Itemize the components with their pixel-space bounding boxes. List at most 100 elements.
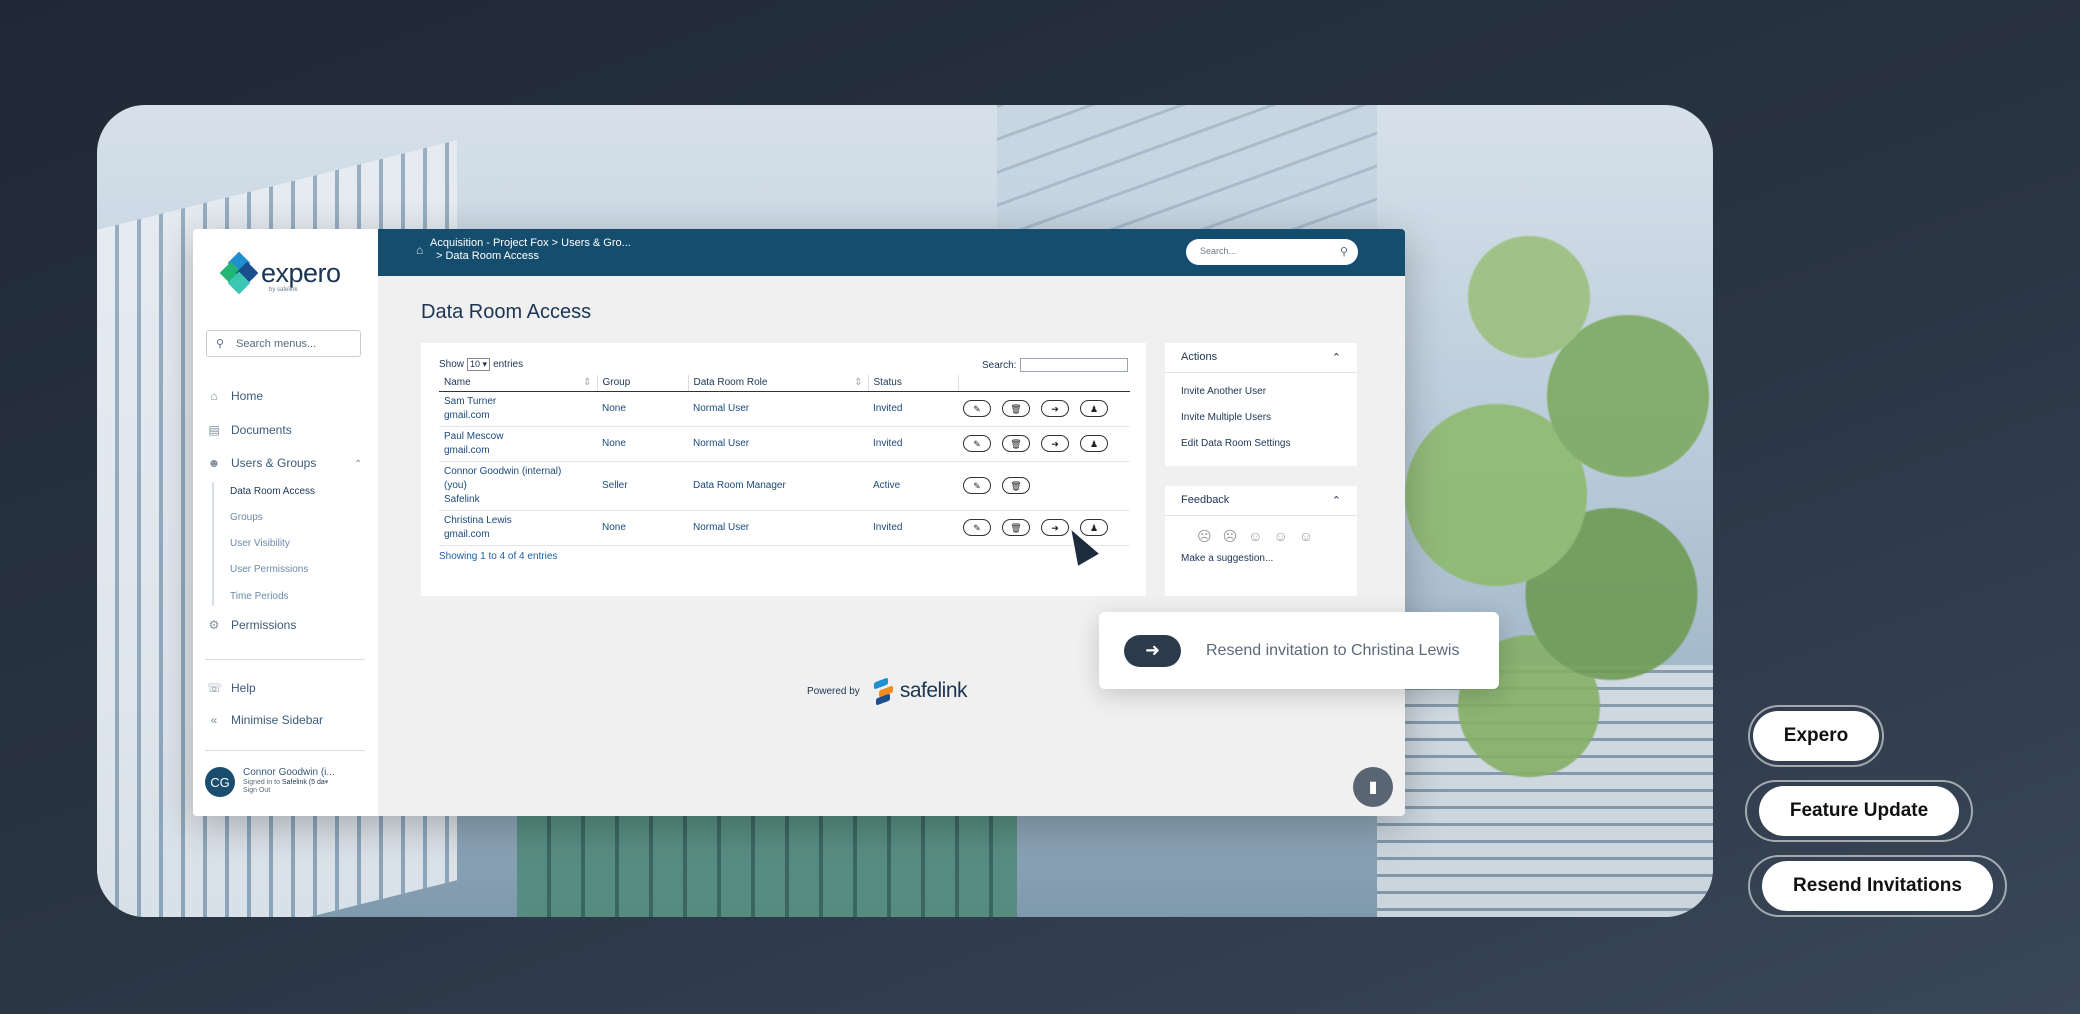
home-icon[interactable]: ⌂: [416, 243, 423, 257]
sidebar-item-home[interactable]: ⌂ Home: [207, 389, 263, 403]
invite-another-user-link[interactable]: Invite Another User: [1165, 373, 1357, 404]
top-bar: ⌂ Acquisition - Project Fox > Users & Gr…: [378, 229, 1405, 276]
safelink-logo-icon: [873, 677, 896, 706]
impersonate-user-icon[interactable]: ♟: [1080, 435, 1108, 452]
status-cell: Invited: [868, 426, 958, 462]
sidebar-subitem-data-room-access[interactable]: Data Room Access: [230, 486, 315, 497]
user-email-cell: gmail.com: [444, 528, 490, 540]
resend-arrow-icon[interactable]: ➜: [1041, 435, 1069, 452]
edit-icon[interactable]: ✎: [963, 435, 991, 452]
tooltip-text: Resend invitation to Christina Lewis: [1206, 641, 1460, 659]
sidebar-subitem-time-periods[interactable]: Time Periods: [230, 591, 289, 602]
user-profile[interactable]: CG Connor Goodwin (i... Signed in to Saf…: [205, 767, 335, 797]
breadcrumb-line-2[interactable]: > Data Room Access: [430, 250, 631, 263]
entries-select[interactable]: 10 ▾: [467, 358, 491, 371]
very-happy-face-icon[interactable]: ☺: [1299, 528, 1313, 545]
help-icon: ☏: [207, 681, 223, 695]
chevron-down-icon[interactable]: ▾: [325, 779, 329, 786]
column-header-role[interactable]: Data Room Role ⇕: [687, 375, 868, 392]
sidebar-subitem-user-permissions[interactable]: User Permissions: [230, 564, 308, 575]
sidebar-subitem-user-visibility[interactable]: User Visibility: [230, 538, 290, 549]
role-cell: Normal User: [688, 510, 868, 546]
sidebar-item-label: Users & Groups: [231, 456, 317, 470]
table-row: Connor Goodwin (internal) (you) Safelink …: [439, 461, 1130, 511]
users-icon: ☻: [207, 456, 221, 470]
delete-icon[interactable]: 🗑: [1002, 400, 1030, 417]
safelink-logo[interactable]: safelink: [873, 677, 968, 706]
sidebar-item-permissions[interactable]: ⚙ Permissions: [207, 618, 297, 632]
column-header-status[interactable]: Status: [867, 375, 958, 392]
user-name-cell: Connor Goodwin (internal) (you): [444, 465, 562, 491]
tag-feature-update: Feature Update: [1745, 780, 1973, 842]
user-email-cell: Safelink: [444, 493, 480, 505]
tag-label: Feature Update: [1758, 786, 1960, 836]
group-cell: None: [597, 510, 688, 546]
org-select[interactable]: Safelink (5 da: [282, 779, 325, 786]
sub-nav-line: [212, 482, 214, 606]
home-icon: ⌂: [210, 389, 218, 403]
sort-icon: ⇕: [583, 377, 592, 389]
sidebar-item-documents[interactable]: ▤ Documents: [207, 423, 291, 437]
documents-icon: ▤: [208, 423, 220, 437]
happy-face-icon[interactable]: ☺: [1274, 528, 1288, 545]
delete-icon[interactable]: 🗑: [1002, 477, 1030, 494]
table-info: Showing 1 to 4 of 4 entries: [439, 551, 558, 562]
feedback-title: Feedback: [1181, 494, 1230, 506]
sidebar-item-users-groups[interactable]: ☻ Users & Groups: [207, 456, 317, 470]
edit-icon[interactable]: ✎: [963, 400, 991, 417]
sidebar-item-minimise[interactable]: « Minimise Sidebar: [207, 713, 323, 727]
permissions-icon: ⚙: [208, 618, 220, 632]
resend-arrow-icon[interactable]: ➜: [1041, 400, 1069, 417]
column-header-actions: [957, 375, 1130, 392]
delete-icon[interactable]: 🗑: [1002, 519, 1030, 536]
group-cell: None: [597, 391, 688, 427]
unhappy-face-icon[interactable]: ☹: [1223, 528, 1238, 545]
sidebar-item-help[interactable]: ☏ Help: [207, 681, 256, 695]
powered-by: Powered by safelink: [807, 677, 968, 706]
status-cell: Invited: [868, 391, 958, 427]
sidebar-subitem-groups[interactable]: Groups: [230, 512, 263, 523]
edit-icon[interactable]: ✎: [963, 477, 991, 494]
resend-arrow-icon: ➜: [1124, 634, 1181, 667]
tag-label: Expero: [1752, 711, 1880, 761]
actions-panel: Actions ⌃ Invite Another User Invite Mul…: [1165, 343, 1357, 466]
edit-data-room-settings-link[interactable]: Edit Data Room Settings: [1165, 430, 1357, 456]
search-icon[interactable]: ⚲: [1340, 245, 1348, 258]
actions-panel-header[interactable]: Actions ⌃: [1165, 343, 1357, 373]
sidebar-item-label: Home: [231, 389, 264, 403]
edit-icon[interactable]: ✎: [963, 519, 991, 536]
breadcrumb-line-1[interactable]: Acquisition - Project Fox > Users & Gro.…: [430, 237, 631, 250]
column-header-name[interactable]: Name ⇕: [439, 375, 597, 392]
tag-resend-invitations: Resend Invitations: [1748, 855, 2007, 917]
actions-title: Actions: [1181, 351, 1218, 363]
chat-bubble-icon[interactable]: ▮: [1353, 767, 1393, 807]
table-row: Sam Turner gmail.com None Normal User Inv…: [439, 391, 1130, 427]
table-row: Paul Mescow gmail.com None Normal User In…: [439, 426, 1130, 462]
feedback-panel-header[interactable]: Feedback ⌃: [1165, 486, 1357, 516]
column-header-group[interactable]: Group: [596, 375, 688, 392]
impersonate-user-icon[interactable]: ♟: [1080, 400, 1108, 417]
role-cell: Normal User: [688, 426, 868, 462]
menu-search-input[interactable]: ⚲ Search menus...: [206, 330, 361, 357]
group-cell: None: [597, 426, 688, 462]
very-unhappy-face-icon[interactable]: ☹: [1197, 528, 1212, 545]
sign-out-link[interactable]: Sign Out: [243, 787, 335, 795]
chevron-up-icon[interactable]: ⌃: [354, 459, 362, 470]
avatar: CG: [205, 767, 235, 797]
top-search-input[interactable]: Search... ⚲: [1186, 239, 1358, 265]
breadcrumb: Acquisition - Project Fox > Users & Gro.…: [430, 237, 631, 263]
app-window: expero by safelink ⚲ Search menus... ⌂ H…: [193, 229, 1405, 816]
powered-by-label: Powered by: [807, 685, 860, 697]
entries-selector: Show 10 ▾ entries: [439, 358, 523, 371]
status-cell: Invited: [868, 510, 958, 546]
status-cell: Active: [868, 461, 958, 511]
invite-multiple-users-link[interactable]: Invite Multiple Users: [1165, 404, 1357, 430]
table-search-input[interactable]: [1020, 358, 1129, 372]
role-cell: Normal User: [688, 391, 868, 427]
user-name-cell: Paul Mescow: [444, 430, 504, 442]
expero-logo[interactable]: expero: [219, 251, 341, 295]
feedback-panel: Feedback ⌃ ☹ ☹ ☺ ☺ ☺ Make a suggestion..…: [1165, 486, 1357, 596]
delete-icon[interactable]: 🗑: [1002, 435, 1030, 452]
make-suggestion-link[interactable]: Make a suggestion...: [1165, 545, 1357, 571]
neutral-face-icon[interactable]: ☺: [1248, 528, 1262, 545]
